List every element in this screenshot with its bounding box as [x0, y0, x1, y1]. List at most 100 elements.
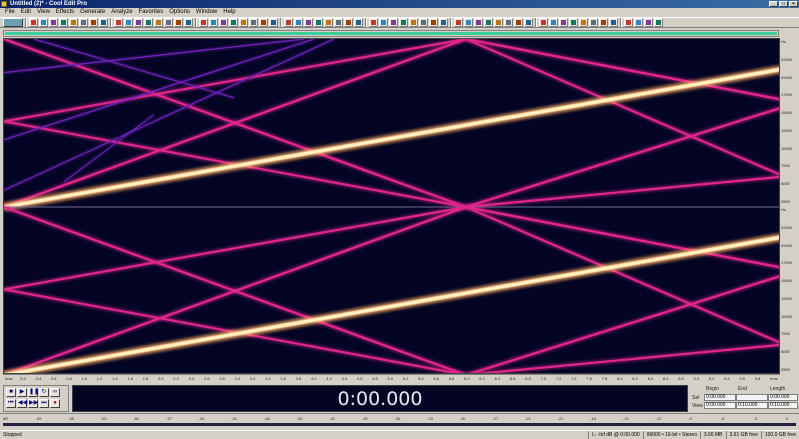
toolbar-button[interactable] — [389, 18, 398, 27]
rewind-button[interactable]: ◀◀ — [17, 399, 27, 408]
toolbar-button[interactable] — [409, 18, 418, 27]
menu-help[interactable]: Help — [221, 8, 237, 17]
toolbar-button[interactable] — [599, 18, 608, 27]
time-tick-label: hms — [5, 376, 13, 381]
fast-forward-button[interactable]: ▶▶ — [28, 399, 38, 408]
toolbar-button[interactable] — [559, 18, 568, 27]
toolbar-button[interactable] — [354, 18, 363, 27]
menu-file[interactable]: File — [3, 8, 17, 17]
toolbar-button[interactable] — [154, 18, 163, 27]
toolbar-button[interactable] — [39, 18, 48, 27]
toolbar-button[interactable] — [324, 18, 333, 27]
toolbar-button[interactable] — [524, 18, 533, 27]
toolbar-button[interactable] — [379, 18, 388, 27]
toolbar-button[interactable] — [549, 18, 558, 27]
menu-options[interactable]: Options — [167, 8, 192, 17]
toolbar-button[interactable] — [144, 18, 153, 27]
menu-edit[interactable]: Edit — [19, 8, 33, 17]
multitrack-toggle-button[interactable] — [3, 18, 23, 27]
toolbar-button[interactable] — [624, 18, 633, 27]
toolbar-button[interactable] — [249, 18, 258, 27]
go-to-start-button[interactable]: ⏮ — [6, 399, 16, 408]
tool-icon — [401, 20, 406, 25]
overview-zoom-bar[interactable] — [3, 30, 779, 37]
toolbar-button[interactable] — [219, 18, 228, 27]
toolbar-button[interactable] — [114, 18, 123, 27]
toolbar-button[interactable] — [609, 18, 618, 27]
toolbar-button[interactable] — [344, 18, 353, 27]
menu-window[interactable]: Window — [194, 8, 219, 17]
menu-effects[interactable]: Effects — [54, 8, 76, 17]
menu-analyze[interactable]: Analyze — [109, 8, 134, 17]
toolbar-button[interactable] — [539, 18, 548, 27]
tool-icon — [271, 20, 276, 25]
toolbar-button[interactable] — [504, 18, 513, 27]
view-length-field[interactable]: 0:10.000 — [768, 402, 798, 409]
toolbar-button[interactable] — [454, 18, 463, 27]
maximize-button[interactable]: □ — [779, 1, 788, 7]
toolbar-button[interactable] — [369, 18, 378, 27]
toolbar-button[interactable] — [199, 18, 208, 27]
toolbar-button[interactable] — [229, 18, 238, 27]
toolbar-button[interactable] — [124, 18, 133, 27]
toolbar-button[interactable] — [294, 18, 303, 27]
toolbar-button[interactable] — [429, 18, 438, 27]
toolbar-button[interactable] — [474, 18, 483, 27]
toolbar-button[interactable] — [269, 18, 278, 27]
toolbar-button[interactable] — [464, 18, 473, 27]
go-to-end-button[interactable]: ⏭ — [39, 399, 49, 408]
minimize-button[interactable]: _ — [769, 1, 778, 7]
spectral-view[interactable] — [3, 38, 780, 374]
toolbar-button[interactable] — [644, 18, 653, 27]
toolbar-button[interactable] — [334, 18, 343, 27]
sel-end-field[interactable] — [736, 394, 768, 401]
toolbar-button[interactable] — [314, 18, 323, 27]
toolbar-button[interactable] — [589, 18, 598, 27]
view-end-field[interactable]: 0:10.000 — [736, 402, 768, 409]
loop-button[interactable]: ∞ — [50, 388, 60, 397]
toolbar-button[interactable] — [284, 18, 293, 27]
toolbar-button[interactable] — [304, 18, 313, 27]
visible-range-indicator[interactable] — [5, 32, 777, 35]
spectrogram-canvas[interactable] — [4, 39, 780, 374]
toolbar-button[interactable] — [89, 18, 98, 27]
play-looped-button[interactable]: ↻ — [39, 388, 49, 397]
toolbar-button[interactable] — [59, 18, 68, 27]
toolbar-button[interactable] — [209, 18, 218, 27]
toolbar-button[interactable] — [419, 18, 428, 27]
toolbar-button[interactable] — [164, 18, 173, 27]
toolbar-button[interactable] — [569, 18, 578, 27]
record-button[interactable]: ● — [50, 399, 60, 408]
toolbar-button[interactable] — [29, 18, 38, 27]
toolbar-button[interactable] — [399, 18, 408, 27]
stop-button[interactable]: ■ — [6, 388, 16, 397]
close-button[interactable]: × — [789, 1, 798, 7]
time-ruler[interactable]: hms 0.2 0.4 0.6 0.8 1.0 1.2 1.4 1.6 1.8 2.0 2.2 2.4 2… — [3, 374, 780, 382]
level-meter-bar[interactable] — [3, 423, 796, 426]
toolbar-button[interactable] — [259, 18, 268, 27]
pause-button[interactable]: ❚❚ — [28, 388, 39, 397]
menu-view[interactable]: View — [35, 8, 52, 17]
toolbar-separator — [620, 18, 622, 27]
menu-generate[interactable]: Generate — [78, 8, 107, 17]
toolbar-button[interactable] — [654, 18, 663, 27]
sel-length-field[interactable]: 0:00.000 — [768, 394, 798, 401]
toolbar-button[interactable] — [634, 18, 643, 27]
view-begin-field[interactable]: 0:00.000 — [704, 402, 736, 409]
toolbar-button[interactable] — [79, 18, 88, 27]
toolbar-button[interactable] — [184, 18, 193, 27]
sel-begin-field[interactable]: 0:00.000 — [704, 394, 736, 401]
toolbar-button[interactable] — [99, 18, 108, 27]
toolbar-button[interactable] — [484, 18, 493, 27]
toolbar-button[interactable] — [494, 18, 503, 27]
toolbar-button[interactable] — [134, 18, 143, 27]
menu-favorites[interactable]: Favorites — [137, 8, 166, 17]
play-button[interactable]: ▶ — [17, 388, 27, 397]
toolbar-button[interactable] — [174, 18, 183, 27]
toolbar-button[interactable] — [69, 18, 78, 27]
toolbar-button[interactable] — [514, 18, 523, 27]
toolbar-button[interactable] — [239, 18, 248, 27]
toolbar-button[interactable] — [439, 18, 448, 27]
toolbar-button[interactable] — [49, 18, 58, 27]
toolbar-button[interactable] — [579, 18, 588, 27]
